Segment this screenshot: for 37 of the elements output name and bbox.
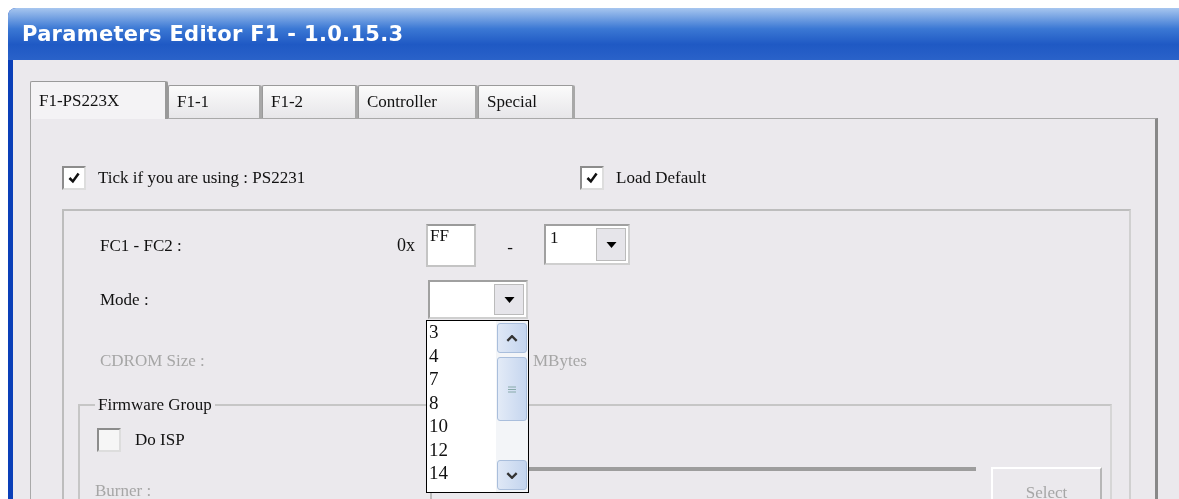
- scrollbar[interactable]: [496, 321, 528, 492]
- scroll-thumb[interactable]: [497, 357, 527, 421]
- group-title: Firmware Group: [97, 395, 213, 415]
- separator: -: [506, 236, 514, 258]
- dropdown-icon[interactable]: [494, 284, 524, 315]
- tab[interactable]: Special: [478, 85, 575, 118]
- list-item[interactable]: 3: [429, 321, 496, 345]
- tab[interactable]: F1-2: [262, 85, 358, 118]
- window-title: Parameters Editor F1 - 1.0.15.3: [22, 22, 404, 46]
- field-label: Mode :: [100, 289, 150, 310]
- list-item[interactable]: 12: [429, 438, 496, 462]
- list-item[interactable]: 8: [429, 391, 496, 415]
- field-label: CDROM Size :: [100, 351, 206, 371]
- input-field[interactable]: FF: [426, 224, 476, 267]
- check-icon: [584, 170, 600, 186]
- checkbox[interactable]: [62, 166, 86, 190]
- dropdown-icon[interactable]: [596, 228, 626, 261]
- tab[interactable]: Controller: [358, 85, 478, 118]
- hex-prefix: 0x: [397, 235, 416, 256]
- tab[interactable]: F1-PS223X: [30, 81, 168, 119]
- unit-label: MBytes: [533, 351, 587, 371]
- field-label: FC1 - FC2 :: [100, 235, 183, 256]
- checkbox-label: Tick if you are using : PS2231: [98, 168, 306, 188]
- tab[interactable]: F1-1: [168, 85, 262, 118]
- scroll-down-icon[interactable]: [497, 460, 527, 490]
- list-item[interactable]: 14: [429, 462, 496, 486]
- checkbox-label: Do ISP: [135, 430, 185, 450]
- list-item[interactable]: 10: [429, 415, 496, 439]
- checkbox-label: Load Default: [616, 168, 707, 188]
- scroll-up-icon[interactable]: [497, 323, 527, 353]
- combo-box[interactable]: 1: [544, 224, 630, 265]
- list-item[interactable]: 7: [429, 368, 496, 392]
- checkbox[interactable]: [580, 166, 604, 190]
- check-icon: [66, 170, 82, 186]
- list-item[interactable]: 4: [429, 344, 496, 368]
- field-label: Burner :: [95, 480, 153, 499]
- checkbox[interactable]: [97, 428, 121, 452]
